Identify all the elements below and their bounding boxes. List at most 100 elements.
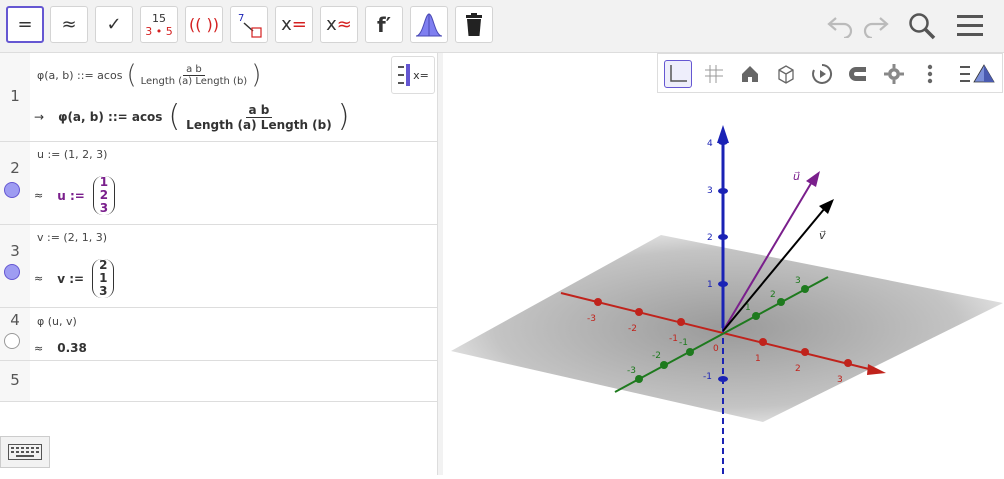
- settings-button[interactable]: [880, 60, 908, 88]
- factor-button[interactable]: 15 3 • 5: [140, 6, 178, 43]
- cas-row[interactable]: 4 φ (u, v) ≈ 0.38: [0, 308, 437, 361]
- probability-button[interactable]: [410, 6, 448, 43]
- x-tick-label: -1: [669, 334, 678, 344]
- search-button[interactable]: [906, 10, 938, 42]
- expand-button[interactable]: (( )): [185, 6, 223, 43]
- approx-icon: ≈: [34, 341, 44, 355]
- svg-text:7: 7: [238, 13, 244, 24]
- input-fraction: a b Length (a) Length (b): [141, 64, 248, 87]
- y-tick-label: -2: [652, 351, 661, 361]
- z-tick-label: 3: [707, 186, 713, 196]
- cas-row[interactable]: 3 v := (2, 1, 3) ≈ v := 2 1 3: [0, 225, 437, 308]
- home-icon: [742, 66, 758, 82]
- factor-bottom: 3 • 5: [145, 24, 173, 38]
- vector-label: v :=: [57, 271, 85, 286]
- keyboard-button[interactable]: [0, 436, 50, 468]
- bell-curve-icon: [415, 12, 443, 36]
- redo-button[interactable]: [860, 10, 892, 42]
- row-input[interactable]: φ(a, b) ::= acos ( a b Length (a) Length…: [37, 60, 261, 90]
- redo-icon: [863, 17, 889, 38]
- output-fraction: a b Length (a) Length (b): [186, 103, 332, 132]
- visibility-toggle[interactable]: [4, 182, 20, 198]
- more-vertical-icon: [927, 64, 933, 84]
- expand-icon: (( )): [188, 15, 220, 34]
- output-value: 0.38: [57, 341, 87, 355]
- trash-icon: [466, 12, 482, 36]
- top-toolbar: = ≈ ✓ 15 3 • 5 (( )) 7 x = x ≈ f′: [0, 0, 1004, 53]
- row-input[interactable]: φ (u, v): [37, 315, 77, 328]
- approx-icon: ≈: [34, 272, 44, 285]
- nsolve-approx: ≈: [336, 14, 352, 35]
- y-tick-label: -3: [627, 366, 636, 376]
- style-bar-icon: [398, 64, 411, 86]
- left-paren: (: [168, 99, 181, 134]
- z-tick-label: -1: [703, 372, 712, 382]
- undo-icon: [827, 17, 853, 38]
- graphics-canvas[interactable]: 4 3 2 1 -1 -3 -2 -1 0 1 2 3 -3 -2 -1 1 2…: [443, 53, 1004, 475]
- visibility-toggle[interactable]: [4, 264, 20, 280]
- toggle-style-bar-button[interactable]: x=: [391, 56, 435, 94]
- delete-button[interactable]: [455, 6, 493, 43]
- gear-icon: [884, 64, 904, 84]
- z-tick-label: 2: [707, 233, 713, 243]
- y-tick-label: -1: [679, 338, 688, 348]
- vector-component: 3: [99, 201, 109, 215]
- numeric-solve-button[interactable]: x ≈: [320, 6, 358, 43]
- cas-row[interactable]: 5: [0, 361, 437, 402]
- search-icon: [909, 13, 936, 40]
- vector-u-label: u⃗: [793, 170, 800, 183]
- right-paren: ): [337, 99, 350, 134]
- row-output: → φ(a, b) ::= acos ( a b Length (a) Leng…: [34, 102, 349, 132]
- arrow-icon: →: [34, 110, 45, 124]
- more-options-button[interactable]: [916, 60, 944, 88]
- row-input[interactable]: v := (2, 1, 3): [37, 231, 107, 244]
- graphics-3d-view[interactable]: 4 3 2 1 -1 -3 -2 -1 0 1 2 3 -3 -2 -1 1 2…: [443, 53, 1004, 475]
- z-tick-label: 1: [707, 280, 713, 290]
- magnet-icon: [849, 67, 866, 81]
- point-capturing-button[interactable]: [844, 60, 872, 88]
- row-output: ≈ 0.38: [34, 341, 87, 355]
- row-input[interactable]: u := (1, 2, 3): [37, 148, 107, 161]
- vector-matrix: 2 1 3: [92, 259, 115, 298]
- grid-icon: [705, 65, 723, 83]
- keyboard-icon: [8, 444, 42, 460]
- show-axes-button[interactable]: [664, 60, 692, 88]
- substitute-icon: 7: [238, 13, 262, 38]
- x-tick-label: 1: [755, 354, 761, 364]
- solve-eq: =: [291, 14, 307, 35]
- derivative-button[interactable]: f′: [365, 6, 403, 43]
- axes-icon: [670, 65, 687, 82]
- main-menu-button[interactable]: [954, 10, 986, 42]
- row-output: ≈ v := 2 1 3: [34, 259, 115, 298]
- graphics-style-bar: [657, 53, 1003, 93]
- pyramid-view-icon: [960, 64, 995, 83]
- show-grid-button[interactable]: [700, 60, 728, 88]
- solve-button[interactable]: x =: [275, 6, 313, 43]
- menu-icon: [957, 15, 983, 36]
- keep-input-button[interactable]: ✓: [95, 6, 133, 43]
- x-tick-label: 0: [713, 344, 719, 354]
- numeric-button[interactable]: ≈: [50, 6, 88, 43]
- x-tick-label: 3: [837, 375, 843, 385]
- cas-row[interactable]: 1 φ(a, b) ::= acos ( a b Length (a) Leng…: [0, 53, 437, 142]
- cube-icon: [778, 65, 794, 84]
- solve-x: x: [281, 14, 292, 35]
- x-tick-label: 2: [795, 364, 801, 374]
- equals-icon: =: [17, 14, 33, 35]
- standard-view-button[interactable]: [736, 60, 764, 88]
- evaluate-button[interactable]: =: [6, 6, 44, 43]
- undo-button[interactable]: [824, 10, 856, 42]
- check-icon: ✓: [106, 14, 122, 35]
- clipping-cube-button[interactable]: [772, 60, 800, 88]
- rotate-view-button[interactable]: [808, 60, 836, 88]
- input-function: φ(a, b) ::= acos: [37, 68, 123, 82]
- fraction-denominator: Length (a) Length (b): [186, 117, 332, 132]
- substitute-button[interactable]: 7: [230, 6, 268, 43]
- cas-row[interactable]: 2 u := (1, 2, 3) ≈ u := 1 2 3: [0, 142, 437, 225]
- vector-u-arrow: [806, 171, 820, 187]
- output-function: φ(a, b) ::= acos: [58, 110, 163, 124]
- view-menu-button[interactable]: [958, 60, 998, 88]
- visibility-toggle[interactable]: [4, 333, 20, 349]
- xy-plane: [451, 235, 1003, 422]
- y-tick-label: 3: [795, 276, 801, 286]
